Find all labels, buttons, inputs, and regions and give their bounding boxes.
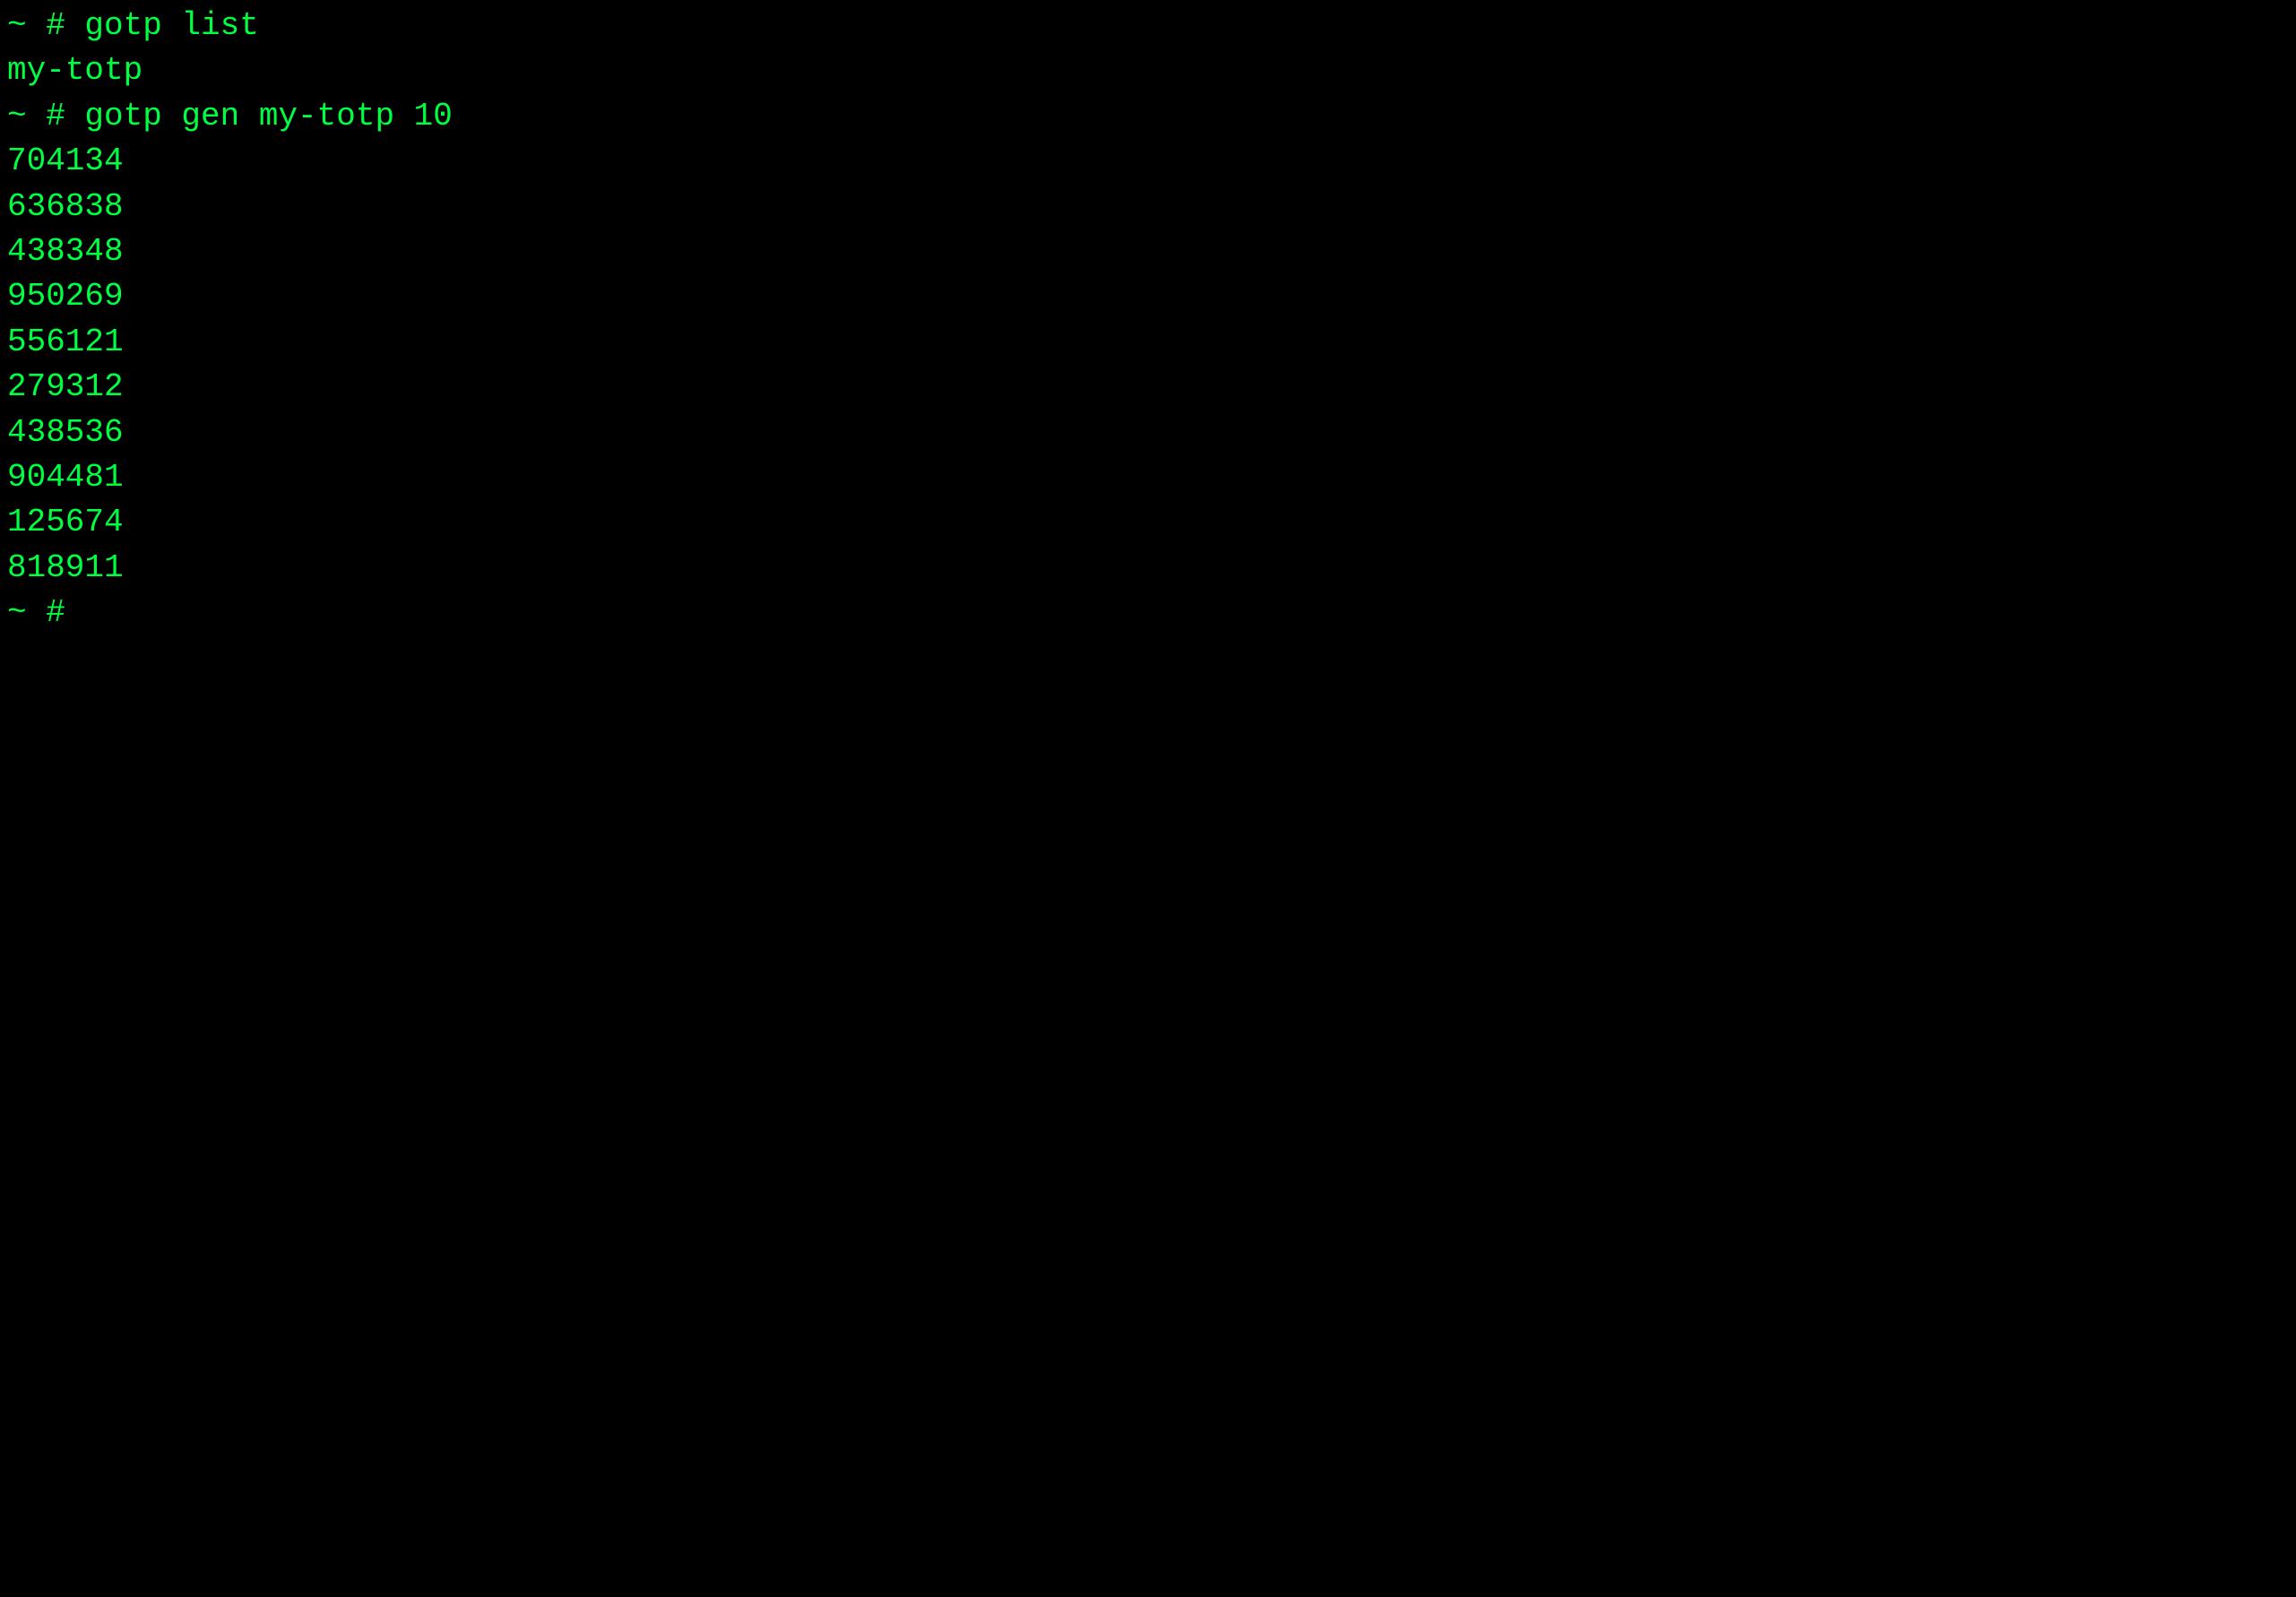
terminal-window[interactable]: ~ # gotp list my-totp ~ # gotp gen my-to…	[7, 4, 2289, 635]
terminal-output-line: 438348	[7, 229, 2289, 274]
terminal-output-line: 818911	[7, 546, 2289, 591]
terminal-output-line: 125674	[7, 500, 2289, 545]
terminal-output-line: 904481	[7, 455, 2289, 500]
terminal-output-line: 438536	[7, 410, 2289, 455]
terminal-output-line: 950269	[7, 274, 2289, 319]
terminal-output-line: 636838	[7, 185, 2289, 229]
terminal-output-line: 556121	[7, 320, 2289, 365]
terminal-output-line: my-totp	[7, 48, 2289, 93]
terminal-output-line: 704134	[7, 139, 2289, 184]
terminal-prompt-line: ~ #	[7, 591, 2289, 635]
terminal-output-line: 279312	[7, 365, 2289, 410]
terminal-prompt-line: ~ # gotp list	[7, 4, 2289, 48]
terminal-prompt-line: ~ # gotp gen my-totp 10	[7, 94, 2289, 139]
